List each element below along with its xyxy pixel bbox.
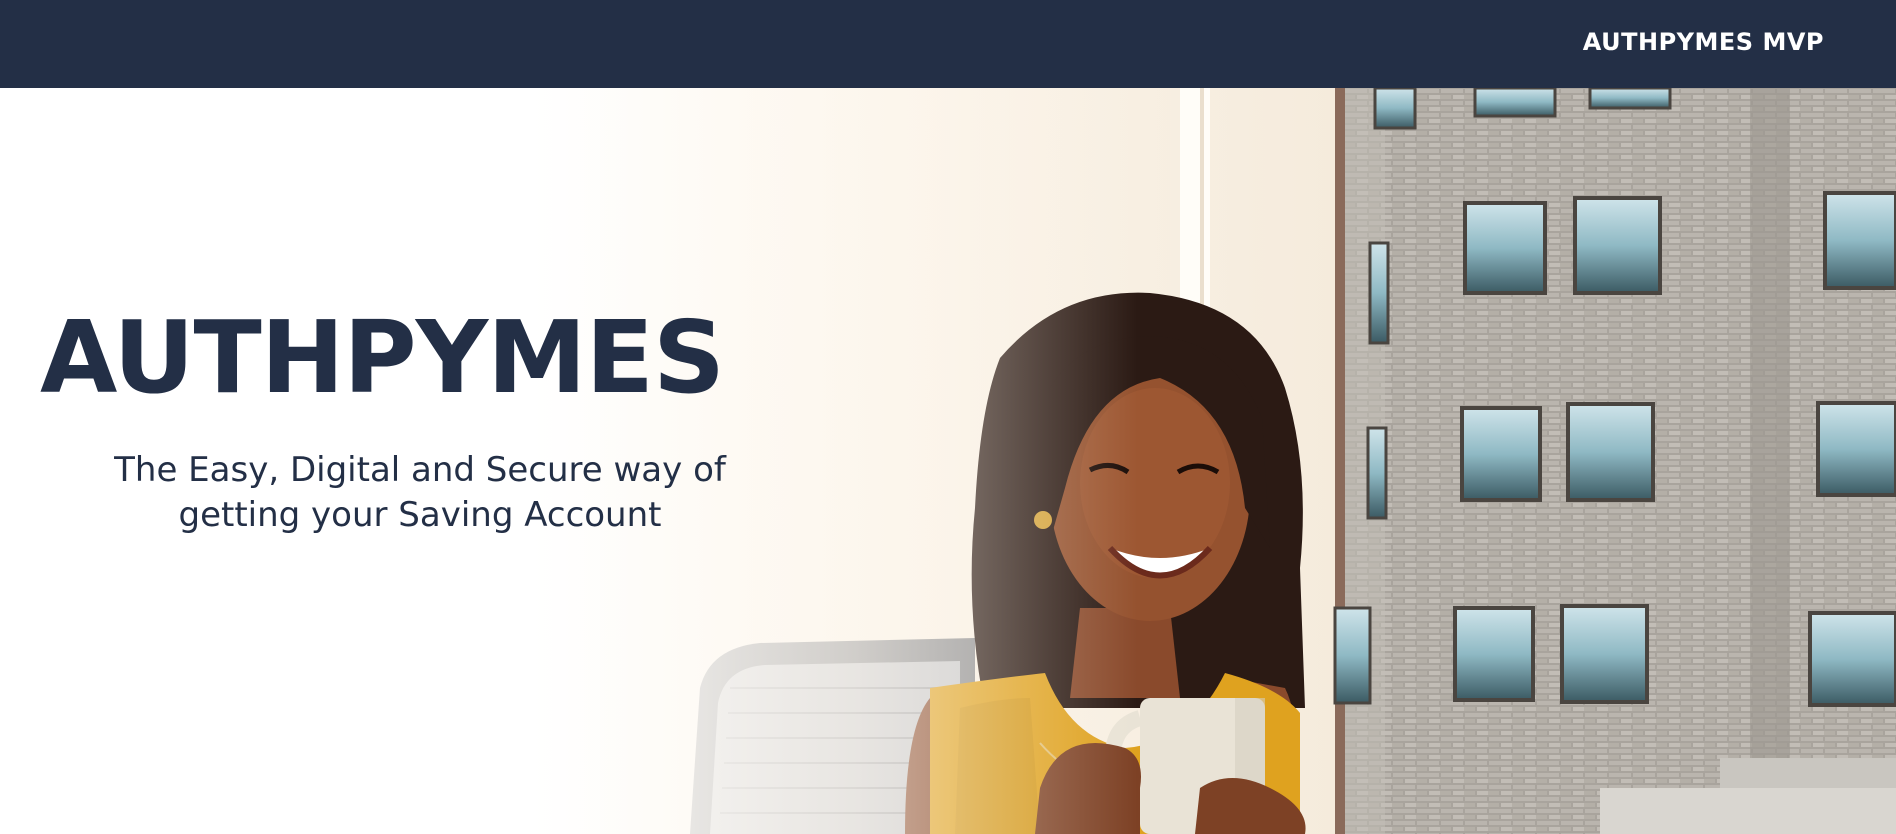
hero-section: AUTHPYMES The Easy, Digital and Secure w…	[0, 88, 1896, 834]
top-navbar: AUTHPYMES MVP	[0, 0, 1896, 88]
brand-link[interactable]: AUTHPYMES MVP	[1583, 28, 1824, 56]
hero-subtitle: The Easy, Digital and Secure way of gett…	[114, 450, 726, 535]
hero-title: AUTHPYMES	[40, 299, 725, 416]
